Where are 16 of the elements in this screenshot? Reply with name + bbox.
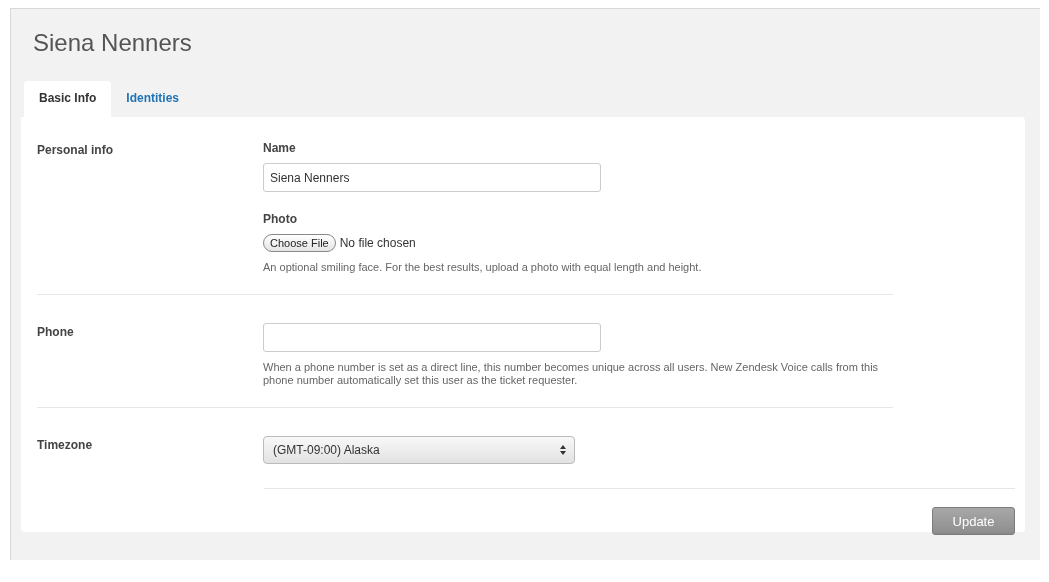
file-status: No file chosen — [339, 236, 416, 250]
page-title: Siena Nenners — [32, 28, 193, 58]
section-label: Personal info — [37, 142, 114, 159]
field-label: Photo — [263, 212, 298, 226]
field-label: Name — [263, 141, 297, 155]
section-label: Timezone — [37, 437, 94, 454]
tab[interactable]: Identities — [111, 81, 195, 117]
tab[interactable]: Basic Info — [24, 81, 112, 117]
timezone-select[interactable]: (GMT-09:00) Alaska — [263, 436, 575, 464]
text-field[interactable]: Siena Nenners — [263, 163, 601, 192]
section-label: Phone — [37, 324, 75, 341]
text-field[interactable] — [263, 323, 601, 352]
help-text: When a phone number is set as a direct line, this number becomes unique across all users. New Zendesk Voice calls from this phone number automatically set this user as the ticket requester. — [263, 361, 880, 387]
choose-file-button[interactable]: Choose File — [263, 234, 336, 252]
help-text: An optional smiling face. For the best results, upload a photo with equal length and height. — [263, 261, 703, 274]
updown-icon — [560, 445, 566, 455]
